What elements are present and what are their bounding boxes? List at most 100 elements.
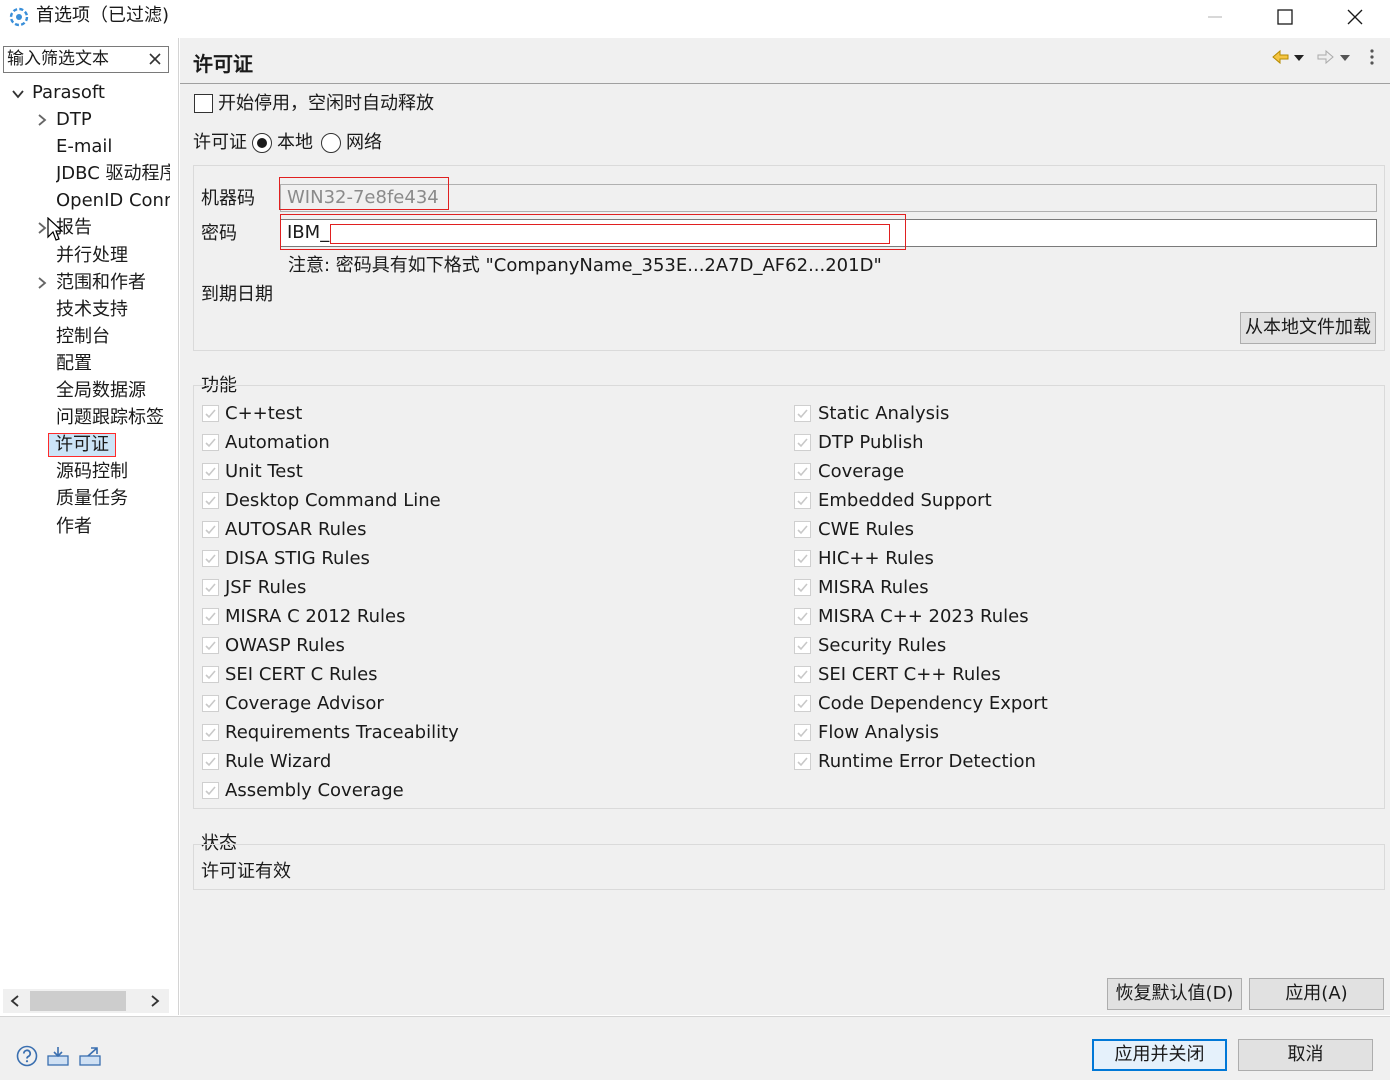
feature-label: Code Dependency Export: [818, 693, 1048, 714]
checkmark-icon: [205, 786, 216, 796]
apply-button[interactable]: 应用(A): [1249, 978, 1384, 1010]
close-button[interactable]: [1320, 0, 1390, 34]
scroll-right-icon[interactable]: [147, 993, 163, 1009]
clear-x-icon[interactable]: [146, 50, 164, 68]
title-separator: [180, 83, 1390, 84]
tree-item[interactable]: 源码控制: [56, 459, 170, 485]
help-icon[interactable]: [16, 1045, 38, 1067]
back-menu-chevron-icon[interactable]: [1294, 55, 1304, 61]
feature-label: MISRA C++ 2023 Rules: [818, 606, 1029, 627]
filter-input[interactable]: 输入筛选文本: [3, 46, 169, 73]
feature-checkbox: [794, 666, 811, 683]
forward-menu-chevron-icon[interactable]: [1340, 55, 1350, 61]
feature-checkbox: [202, 463, 219, 480]
tree-item-parasoft[interactable]: Parasoft: [32, 80, 172, 106]
tree-item[interactable]: 范围和作者: [56, 270, 170, 296]
checkmark-icon: [205, 699, 216, 709]
checkmark-icon: [797, 554, 808, 564]
tree-item[interactable]: 问题跟踪标签: [56, 405, 170, 431]
feature-label: Desktop Command Line: [225, 490, 441, 511]
tree-item[interactable]: 全局数据源: [56, 378, 170, 404]
mouse-cursor-icon: [47, 217, 63, 241]
expiry-date-label: 到期日期: [201, 284, 273, 305]
apply-and-close-button[interactable]: 应用并关闭: [1092, 1039, 1227, 1071]
feature-label: Coverage Advisor: [225, 693, 384, 714]
tree-item[interactable]: 控制台: [56, 324, 170, 350]
tree-item[interactable]: 报告: [56, 215, 170, 241]
feature-label: SEI CERT C++ Rules: [818, 664, 1001, 685]
maximize-icon: [1277, 9, 1293, 25]
tree-item[interactable]: 作者: [56, 514, 170, 540]
radio-local[interactable]: [252, 133, 272, 153]
checkmark-icon: [205, 641, 216, 651]
radio-network[interactable]: [321, 133, 341, 153]
checkmark-icon: [205, 525, 216, 535]
scroll-left-icon[interactable]: [7, 993, 23, 1009]
navigation-toolbar: [1272, 49, 1374, 65]
export-icon[interactable]: [78, 1045, 102, 1067]
feature-label: OWASP Rules: [225, 635, 345, 656]
cancel-button[interactable]: 取消: [1238, 1039, 1373, 1071]
import-icon[interactable]: [46, 1045, 70, 1067]
feature-checkbox: [202, 637, 219, 654]
back-arrow-icon[interactable]: [1272, 49, 1289, 65]
feature-checkbox: [202, 434, 219, 451]
tree-item[interactable]: OpenID Connect: [56, 188, 170, 214]
tree-item[interactable]: 配置: [56, 351, 170, 377]
feature-checkbox: [202, 666, 219, 683]
chevron-right-icon[interactable]: [35, 276, 49, 290]
feature-label: DTP Publish: [818, 432, 924, 453]
restore-defaults-button[interactable]: 恢复默认值(D): [1107, 978, 1242, 1010]
feature-label: Security Rules: [818, 635, 947, 656]
feature-label: AUTOSAR Rules: [225, 519, 367, 540]
feature-label: C++test: [225, 403, 303, 424]
feature-label: Flow Analysis: [818, 722, 939, 743]
tree-item[interactable]: 技术支持: [56, 297, 170, 323]
minimize-icon: [1208, 16, 1222, 18]
tree-item[interactable]: DTP: [56, 107, 170, 133]
password-format-note: 注意: 密码具有如下格式 "CompanyName_353E...2A7D_AF…: [288, 255, 882, 276]
forward-arrow-icon[interactable]: [1317, 49, 1334, 65]
start-disabled-checkbox[interactable]: [194, 94, 213, 113]
password-label: 密码: [201, 223, 237, 244]
eclipse-gear-icon: [9, 7, 29, 27]
feature-label: Runtime Error Detection: [818, 751, 1036, 772]
feature-checkbox: [202, 753, 219, 770]
checkmark-icon: [205, 438, 216, 448]
filter-input-text: 输入筛选文本: [7, 49, 109, 69]
tree-item[interactable]: 并行处理: [56, 243, 170, 269]
scrollbar-thumb[interactable]: [30, 991, 126, 1011]
feature-label: SEI CERT C Rules: [225, 664, 378, 685]
tree-horizontal-scrollbar[interactable]: [3, 989, 169, 1013]
checkmark-icon: [797, 467, 808, 477]
feature-label: MISRA Rules: [818, 577, 929, 598]
checkmark-icon: [797, 699, 808, 709]
tree-item[interactable]: 许可证: [48, 433, 116, 457]
checkmark-icon: [797, 583, 808, 593]
checkmark-icon: [205, 583, 216, 593]
checkmark-icon: [797, 525, 808, 535]
checkmark-icon: [797, 438, 808, 448]
tree-item[interactable]: 质量任务: [56, 486, 170, 512]
preference-tree-pane: 输入筛选文本 Parasoft DTP E-mail JDBC 驱动程序 OpenID…: [0, 38, 179, 1015]
feature-checkbox: [202, 521, 219, 538]
checkmark-icon: [205, 612, 216, 622]
password-redaction-box: [330, 224, 890, 244]
features-group: [193, 385, 1385, 809]
feature-checkbox: [794, 637, 811, 654]
machine-code-highlight: [279, 177, 449, 210]
tree-item[interactable]: JDBC 驱动程序: [56, 161, 170, 187]
feature-checkbox: [202, 695, 219, 712]
tree-item[interactable]: E-mail: [56, 134, 170, 160]
chevron-right-icon[interactable]: [35, 113, 49, 127]
feature-label: MISRA C 2012 Rules: [225, 606, 406, 627]
feature-checkbox: [202, 782, 219, 799]
view-menu-icon[interactable]: [1370, 49, 1374, 65]
minimize-button[interactable]: [1180, 0, 1250, 34]
maximize-button[interactable]: [1250, 0, 1320, 34]
feature-label: Embedded Support: [818, 490, 992, 511]
load-from-local-file-button[interactable]: 从本地文件加载: [1240, 312, 1376, 344]
license-type-label: 许可证: [193, 132, 247, 153]
chevron-down-icon[interactable]: [11, 87, 25, 101]
feature-checkbox: [794, 579, 811, 596]
